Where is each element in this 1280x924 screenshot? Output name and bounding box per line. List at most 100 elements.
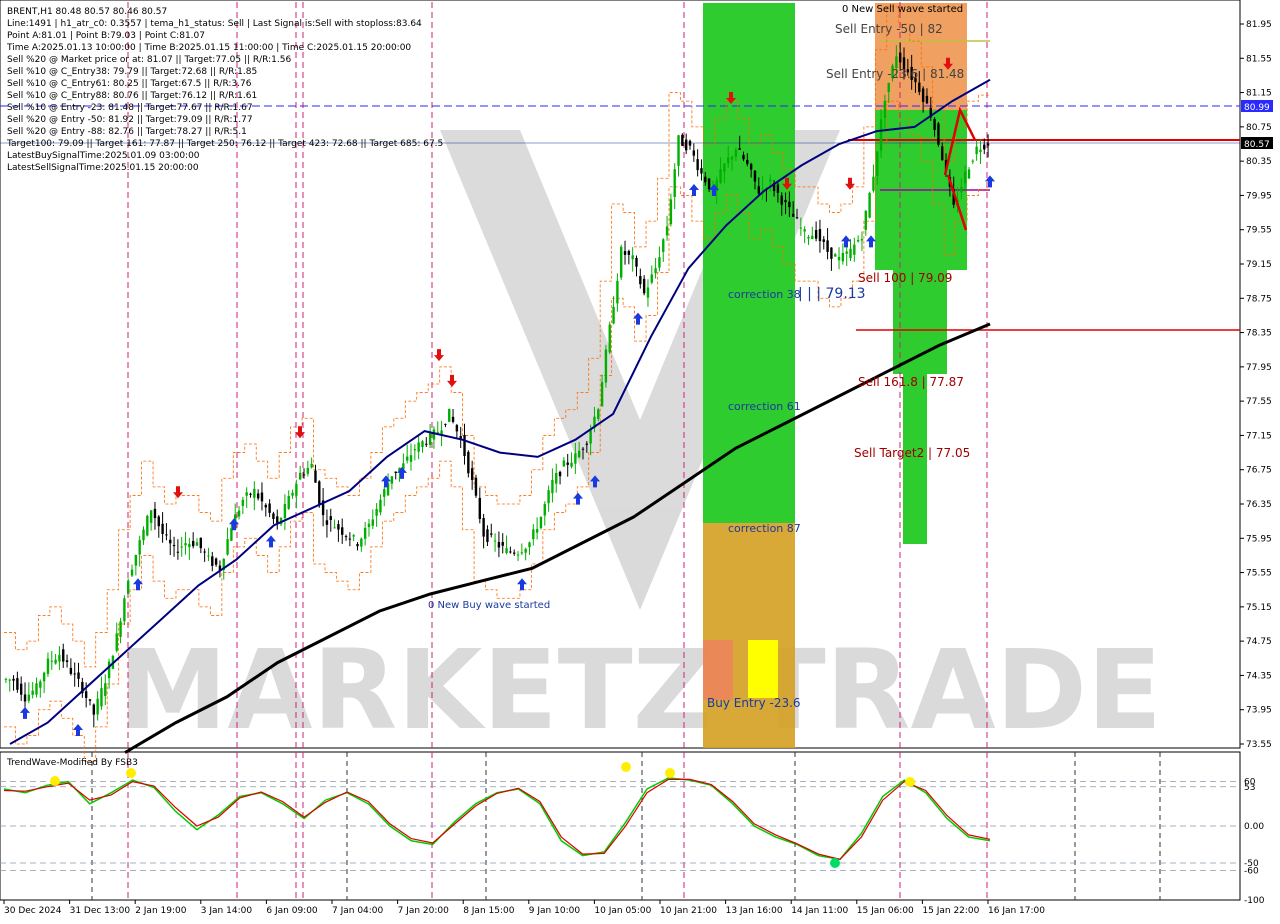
candle-body	[535, 529, 539, 533]
candle-body	[394, 471, 397, 473]
candle-body	[191, 540, 195, 547]
oscillator-level-label: -60	[1244, 866, 1259, 876]
price-tick-label: 74.75	[1246, 637, 1272, 647]
candle-body	[623, 251, 627, 255]
sell-100-label: Sell 100 | 79.09	[858, 271, 952, 285]
candle-body	[520, 552, 524, 554]
time-tick-label: 30 Dec 2024	[4, 906, 62, 916]
info-line: Sell %20 @ Entry -88: 82.76 || Target:78…	[7, 127, 247, 137]
candle-body	[356, 544, 359, 547]
price-tick-label: 78.35	[1246, 329, 1272, 339]
candle-body	[807, 236, 810, 239]
candle-body	[631, 255, 634, 260]
candle-body	[474, 477, 478, 496]
price-tick-label: 76.75	[1246, 466, 1272, 476]
candle-body	[31, 690, 34, 695]
info-line: Sell %10 @ Entry -23: 81.48 || Target:77…	[7, 103, 253, 113]
candle-body	[692, 150, 696, 156]
candle-body	[241, 499, 245, 506]
buy-entry-label: Buy Entry -23.6	[707, 696, 801, 710]
candle-body	[547, 490, 550, 504]
candle-body	[276, 516, 279, 523]
buy-correction-zone	[703, 3, 795, 523]
candle-body	[180, 546, 183, 548]
candle-body	[761, 188, 764, 190]
candle-body	[872, 176, 875, 191]
candle-body	[960, 187, 963, 193]
candle-body	[528, 542, 531, 548]
candle-body	[532, 529, 535, 540]
candle-body	[134, 554, 138, 566]
info-line: Point A:81.01 | Point B:79.03 | Point C:…	[7, 31, 205, 41]
candle-body	[256, 493, 260, 499]
chart-canvas[interactable]: MARKETZ TRADE 0 New Sell wave started Se…	[0, 0, 1280, 920]
candle-body	[272, 513, 275, 520]
candle-body	[822, 239, 825, 242]
candle-body	[665, 226, 669, 236]
candle-body	[524, 548, 527, 553]
candle-body	[543, 503, 546, 516]
candle-body	[130, 569, 134, 576]
candle-body	[352, 535, 355, 537]
candle-body	[310, 463, 313, 468]
candle-body	[620, 246, 623, 278]
candle-body	[203, 551, 206, 553]
buy-entry-yellow-block	[748, 640, 778, 698]
candle-body	[268, 503, 271, 513]
watermark-text: MARKETZ TRADE	[118, 626, 1162, 754]
candle-body	[318, 481, 321, 504]
candle-body	[971, 160, 975, 162]
sell-entry-50-label: Sell Entry -50 | 82	[835, 22, 943, 36]
candle-body	[211, 556, 214, 566]
candle-body	[845, 251, 848, 254]
candle-body	[428, 431, 432, 445]
candle-body	[776, 184, 780, 193]
candle-body	[627, 250, 631, 255]
info-line: Sell %20 @ Market price or at: 81.07 || …	[7, 55, 291, 65]
candle-body	[876, 151, 879, 177]
candle-body	[490, 533, 493, 535]
candle-body	[127, 580, 130, 594]
candle-body	[539, 517, 543, 529]
candle-body	[650, 274, 653, 283]
candle-body	[967, 169, 971, 179]
time-tick-label: 2 Jan 19:00	[135, 906, 187, 916]
price-axis: 81.95 81.55 81.15 80.75 80.35 79.95 79.55 79.15…	[1240, 20, 1272, 750]
candle-body	[96, 698, 99, 715]
candle-body	[642, 278, 646, 294]
price-tick-label: 74.35	[1246, 671, 1272, 681]
candle-body	[237, 510, 241, 517]
candle-body	[226, 539, 229, 555]
candle-body	[558, 471, 562, 477]
candle-body	[337, 524, 340, 530]
candle-body	[669, 199, 673, 225]
candle-body	[207, 555, 210, 557]
candle-body	[88, 699, 92, 701]
price-tick-label: 79.15	[1246, 260, 1272, 270]
price-tick-label: 80.75	[1246, 123, 1272, 133]
candle-body	[937, 123, 940, 145]
price-tick-label: 80.35	[1246, 157, 1272, 167]
time-tick-label: 7 Jan 20:00	[398, 906, 450, 916]
candle-body	[830, 247, 833, 259]
candle-body	[574, 453, 577, 464]
candle-body	[597, 409, 600, 419]
candle-body	[975, 146, 978, 155]
price-tick-label: 77.55	[1246, 397, 1272, 407]
candle-body	[287, 495, 290, 509]
candle-body	[570, 462, 573, 467]
candle-body	[283, 503, 287, 519]
chart-window: MARKETZ TRADE 0 New Sell wave started Se…	[0, 0, 1280, 920]
candle-body	[826, 240, 829, 252]
candle-body	[463, 435, 466, 457]
candle-body	[551, 479, 554, 494]
candle-body	[585, 443, 589, 445]
candle-body	[119, 621, 122, 637]
time-tick-label: 9 Jan 10:00	[529, 906, 581, 916]
candle-body	[746, 159, 749, 164]
candle-body	[115, 633, 118, 651]
candle-body	[719, 169, 722, 183]
candle-body	[77, 672, 80, 679]
candle-body	[879, 119, 883, 151]
candle-body	[39, 681, 42, 688]
